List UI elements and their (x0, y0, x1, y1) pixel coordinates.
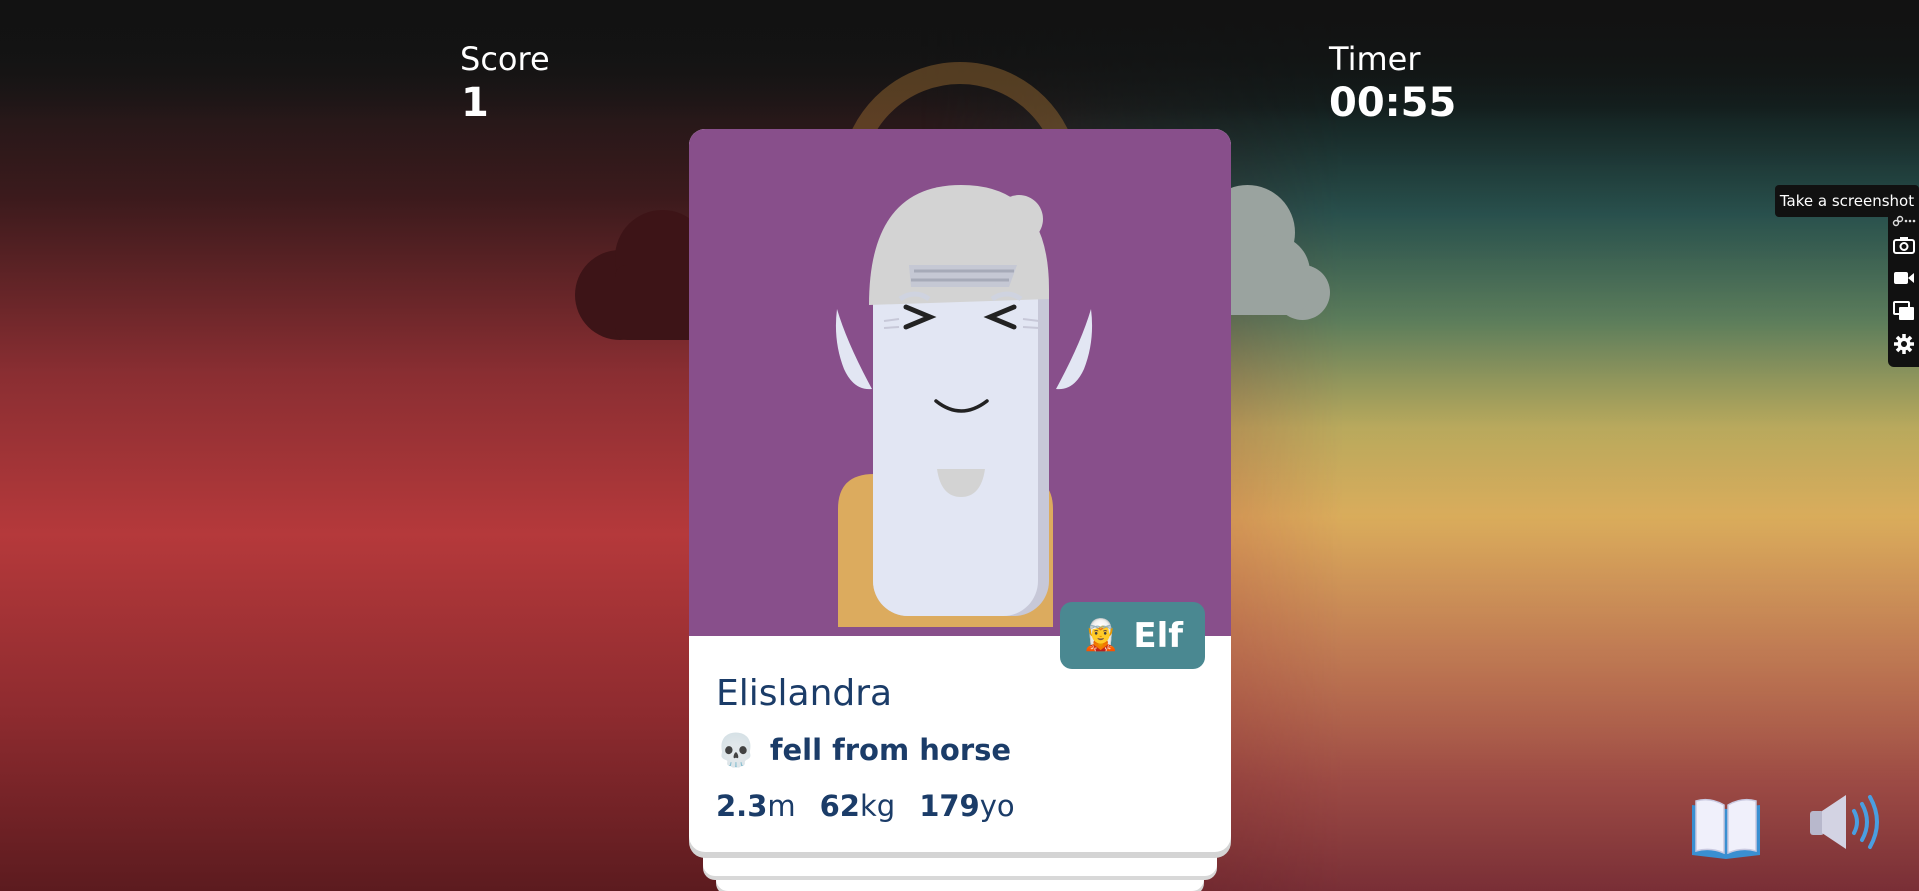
more-icon[interactable] (1904, 214, 1916, 228)
species-badge: 🧝 Elf (1060, 602, 1205, 669)
open-book-icon[interactable] (1688, 795, 1764, 863)
stat-age-value: 179 (919, 789, 980, 823)
camera-icon[interactable] (1892, 233, 1916, 257)
stat-weight-unit: kg (859, 789, 896, 823)
elf-icon: 🧝 (1081, 617, 1120, 653)
stat-age: 179yo (919, 789, 1014, 823)
elf-portrait-illustration (835, 185, 1093, 627)
skull-icon: 💀 (716, 731, 756, 769)
stat-weight-value: 62 (819, 789, 860, 823)
stat-height: 2.3m (716, 789, 796, 823)
timer-label: Timer (1329, 40, 1421, 78)
windows-icon[interactable] (1892, 299, 1916, 323)
species-label: Elf (1133, 615, 1184, 656)
character-portrait (689, 129, 1231, 636)
screenshot-toolbar (1888, 211, 1919, 367)
character-stats: 2.3m 62kg 179yo (716, 789, 1015, 823)
death-cause-text: fell from horse (769, 733, 1012, 767)
score-value: 1 (461, 80, 489, 126)
gear-icon[interactable] (1892, 332, 1916, 356)
stat-weight: 62kg (820, 789, 896, 823)
character-name: Elislandra (716, 673, 893, 714)
video-icon[interactable] (1892, 266, 1916, 290)
timer-value: 00:55 (1329, 80, 1457, 126)
character-card[interactable]: 🧝 Elf Elislandra 💀 fell from horse 2.3m … (689, 129, 1231, 852)
link-icon[interactable] (1892, 214, 1904, 228)
stat-age-unit: yo (979, 789, 1015, 823)
speaker-icon[interactable] (1806, 789, 1884, 855)
stat-height-unit: m (767, 789, 796, 823)
score-label: Score (460, 40, 550, 78)
stat-height-value: 2.3 (716, 789, 768, 823)
death-cause: 💀 fell from horse (716, 733, 1011, 767)
